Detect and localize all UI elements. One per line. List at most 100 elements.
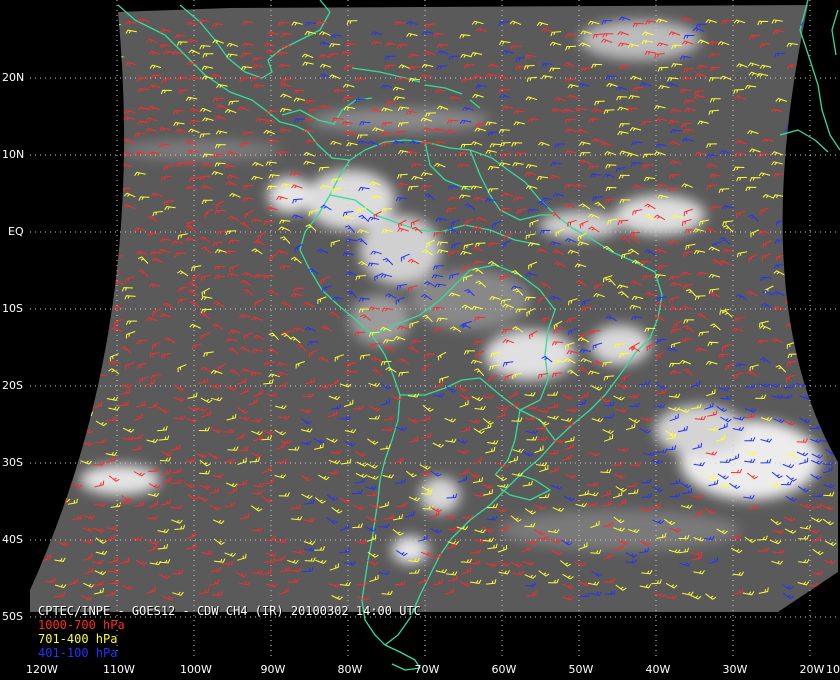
wind-barb bbox=[71, 361, 82, 368]
wind-barb bbox=[799, 331, 810, 338]
wind-barb bbox=[108, 254, 119, 263]
wind-barb bbox=[40, 421, 51, 428]
wind-barb bbox=[68, 138, 81, 143]
wind-barb bbox=[821, 396, 834, 401]
longitude-label: 120W bbox=[26, 663, 58, 676]
wind-barb bbox=[820, 593, 832, 599]
wind-barb bbox=[72, 183, 85, 188]
wind-barb bbox=[788, 219, 799, 227]
wind-barb bbox=[35, 177, 46, 183]
wind-barb bbox=[811, 357, 823, 363]
wind-barb bbox=[58, 413, 70, 419]
wind-barb bbox=[796, 293, 808, 299]
wind-barb bbox=[30, 127, 41, 132]
wind-barb bbox=[811, 385, 823, 393]
wind-barb bbox=[810, 219, 821, 226]
wind-barb bbox=[56, 394, 68, 399]
wind-barb bbox=[799, 52, 812, 57]
wind-barb bbox=[111, 138, 124, 143]
wind-barb bbox=[812, 286, 825, 292]
wind-barb bbox=[810, 224, 822, 230]
wind-barb bbox=[786, 123, 798, 129]
wind-barb bbox=[111, 85, 123, 90]
wind-barb bbox=[31, 247, 44, 254]
wind-barb bbox=[68, 413, 80, 419]
wind-barb bbox=[96, 55, 107, 61]
wind-barb bbox=[70, 174, 82, 179]
wind-barb bbox=[798, 339, 810, 344]
wind-barb bbox=[31, 75, 43, 80]
wind-barb bbox=[30, 242, 42, 247]
wind-barb bbox=[97, 279, 109, 287]
wind-barb bbox=[30, 31, 41, 36]
wind-barb bbox=[81, 214, 93, 222]
wind-barb bbox=[68, 89, 80, 94]
wind-barb bbox=[57, 438, 69, 443]
wind-barb bbox=[85, 364, 97, 369]
wind-barb bbox=[112, 175, 124, 180]
wind-barb bbox=[99, 166, 110, 172]
wind-barb bbox=[60, 210, 72, 215]
wind-barb bbox=[46, 85, 58, 90]
wind-barb bbox=[47, 256, 59, 263]
wind-barb bbox=[46, 243, 57, 252]
wind-barb bbox=[42, 182, 54, 188]
wind-barb bbox=[795, 242, 808, 248]
longitude-label: 60W bbox=[491, 663, 517, 676]
wind-barb bbox=[810, 263, 822, 268]
wind-barb bbox=[814, 373, 824, 382]
longitude-label: 50W bbox=[568, 663, 594, 676]
wind-barb bbox=[82, 18, 94, 23]
wind-barb bbox=[41, 495, 53, 503]
wind-barb bbox=[72, 44, 84, 49]
wind-barb bbox=[30, 85, 42, 90]
wind-barb bbox=[824, 581, 836, 587]
wind-barb bbox=[31, 333, 43, 341]
wind-barb bbox=[43, 175, 55, 180]
wind-barb bbox=[797, 172, 809, 177]
wind-barb bbox=[81, 173, 93, 178]
wind-barb bbox=[44, 408, 56, 413]
latitude-label: 50S bbox=[2, 610, 23, 623]
wind-barb bbox=[45, 449, 57, 456]
map-canvas bbox=[30, 0, 840, 671]
wind-barb bbox=[813, 254, 823, 262]
wind-barb bbox=[55, 447, 67, 453]
latitude-label: 10N bbox=[2, 148, 25, 161]
wind-barb bbox=[31, 115, 43, 120]
wind-barb bbox=[43, 235, 55, 242]
wind-barb bbox=[56, 360, 69, 367]
wind-barb bbox=[57, 141, 70, 146]
latitude-label: 20S bbox=[2, 379, 23, 392]
wind-barb bbox=[45, 166, 57, 172]
legend-low-level: 1000-700 hPa bbox=[38, 618, 125, 632]
wind-barb bbox=[56, 41, 69, 46]
wind-barb bbox=[80, 407, 93, 412]
wind-barb bbox=[802, 250, 811, 260]
wind-barb bbox=[66, 449, 78, 455]
wind-barb bbox=[799, 270, 812, 275]
wind-barb bbox=[72, 336, 85, 341]
wind-barb bbox=[74, 167, 85, 173]
wind-barb bbox=[42, 528, 54, 533]
wind-barb bbox=[800, 95, 813, 100]
wind-barb bbox=[788, 280, 800, 288]
wind-barb bbox=[96, 140, 108, 145]
wind-barb bbox=[42, 357, 55, 362]
wind-barb bbox=[73, 31, 85, 36]
wind-barb bbox=[108, 110, 120, 115]
wind-barb bbox=[82, 411, 93, 417]
wind-barb bbox=[59, 221, 71, 226]
wind-barb bbox=[71, 301, 82, 310]
wind-barb bbox=[60, 250, 72, 256]
wind-barb bbox=[33, 186, 45, 192]
wind-barb bbox=[82, 347, 94, 354]
longitude-label: 20W bbox=[799, 663, 825, 676]
wind-barb bbox=[799, 219, 811, 224]
wind-barb bbox=[808, 20, 821, 25]
wind-barb bbox=[810, 351, 823, 356]
latitude-label: EQ bbox=[8, 225, 24, 238]
wind-barb bbox=[57, 302, 69, 308]
wind-barb bbox=[81, 75, 93, 80]
wind-barb bbox=[30, 328, 41, 335]
